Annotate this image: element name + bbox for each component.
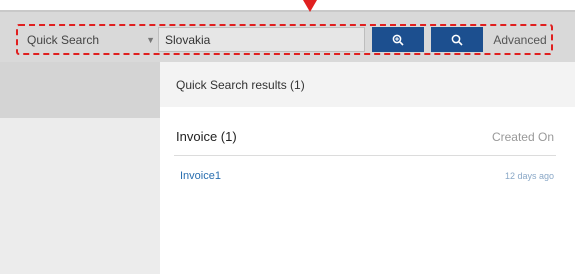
result-link[interactable]: Invoice1 [174, 170, 221, 182]
zoom-search-button[interactable] [372, 27, 424, 52]
caret-down-icon: ▼ [146, 35, 155, 45]
search-input[interactable] [158, 27, 365, 52]
annotation-arrow-icon [303, 0, 317, 12]
results-header: Quick Search results (1) [160, 62, 575, 107]
left-sidebar [0, 62, 160, 274]
results-header-title: Quick Search results (1) [176, 77, 305, 92]
sort-column-label[interactable]: Created On [492, 130, 556, 144]
advanced-search-link[interactable]: Advanced [489, 27, 551, 52]
result-date: 12 days ago [504, 171, 554, 181]
result-section-header: Invoice (1) Created On [174, 118, 556, 156]
search-scope-dropdown[interactable]: Quick Search ▼ [21, 28, 161, 52]
search-icon [451, 34, 463, 46]
section-title: Invoice (1) [176, 129, 237, 144]
sidebar-header-band [0, 62, 160, 118]
search-scope-label: Quick Search [27, 33, 100, 47]
zoom-in-icon [392, 34, 404, 46]
app-window: Quick Search ▼ Advanced Quick Search res… [0, 0, 575, 274]
list-item: Invoice1 12 days ago [174, 166, 556, 186]
search-button[interactable] [431, 27, 483, 52]
